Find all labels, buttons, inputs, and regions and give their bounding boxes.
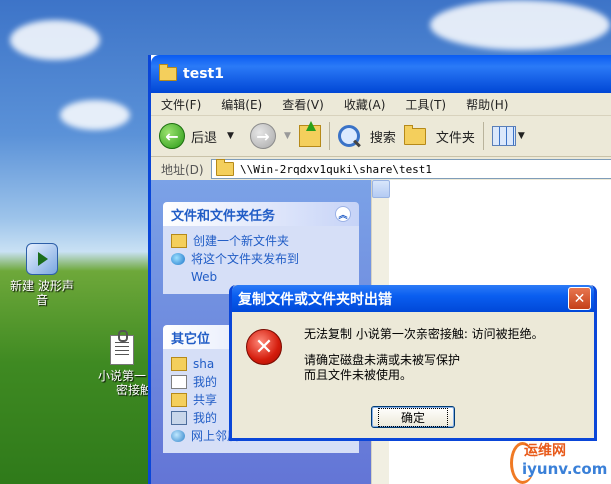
panel-title: 文件和文件夹任务: [171, 208, 276, 224]
desktop-icon-label: 音: [35, 293, 48, 307]
search-icon: [337, 125, 360, 147]
menu-view[interactable]: 查看(V): [272, 96, 334, 113]
ok-label: 确定: [377, 407, 448, 427]
toolbar-separator: [482, 122, 484, 150]
views-button[interactable]: ▼: [491, 126, 525, 146]
cloud: [10, 20, 100, 60]
watermark-url: iyunv.com: [522, 460, 608, 478]
documents-icon: [171, 375, 187, 389]
menu-favorites[interactable]: 收藏(A): [334, 96, 396, 113]
globe-icon: [171, 253, 185, 265]
error-detail-line1: 请确定磁盘未满或未被写保护: [304, 353, 461, 367]
search-label: 搜索: [369, 130, 396, 146]
address-input[interactable]: \\Win-2rqdxv1quki\share\test1: [211, 159, 611, 179]
address-bar: 地址(D) \\Win-2rqdxv1quki\share\test1: [151, 157, 611, 182]
task-publish-web-cont[interactable]: Web: [171, 268, 351, 286]
new-folder-icon: [171, 234, 187, 248]
desktop-icon-label: 密接触: [115, 383, 152, 397]
place-label: 我的: [193, 375, 218, 389]
menu-bar: 文件(F) 编辑(E) 查看(V) 收藏(A) 工具(T) 帮助(H): [151, 93, 611, 116]
file-folder-tasks-panel: 文件和文件夹任务 ︽ 创建一个新文件夹 将这个文件夹发布到 Web: [163, 202, 359, 294]
dropdown-arrow-icon: ▼: [517, 131, 525, 141]
task-label: Web: [191, 270, 218, 284]
address-value: \\Win-2rqdxv1quki\share\test1: [240, 162, 433, 176]
menu-help[interactable]: 帮助(H): [456, 96, 518, 113]
watermark-brand: 运维网: [524, 443, 566, 459]
menu-tools[interactable]: 工具(T): [395, 96, 456, 113]
forward-button[interactable]: → ▼: [242, 123, 291, 149]
place-label: 共享: [193, 393, 218, 407]
folder-icon: [171, 357, 187, 371]
forward-arrow-icon: →: [249, 123, 276, 149]
desktop-icon-label: 小说第一: [97, 369, 146, 383]
cloud: [60, 100, 130, 130]
task-new-folder[interactable]: 创建一个新文件夹: [171, 232, 351, 250]
ok-button[interactable]: 确定: [371, 406, 455, 428]
desktop-icon-label: 新建 波形声: [10, 279, 74, 293]
dialog-title: 复制文件或文件夹时出错: [238, 291, 392, 308]
error-message: 无法复制 小说第一次亲密接触: 访问被拒绝。: [304, 327, 544, 341]
task-label: 创建一个新文件夹: [193, 234, 290, 248]
menu-file[interactable]: 文件(F): [151, 96, 211, 113]
address-label: 地址(D): [161, 162, 204, 177]
dropdown-arrow-icon[interactable]: ▼: [284, 131, 291, 141]
folders-label: 文件夹: [435, 130, 475, 146]
watermark: 运维网 iyunv.com: [500, 438, 608, 484]
folders-button[interactable]: 文件夹: [403, 124, 475, 146]
media-file-icon: [26, 243, 58, 275]
task-publish-web[interactable]: 将这个文件夹发布到: [171, 250, 351, 268]
text-document-icon: [110, 330, 134, 365]
shared-folder-icon: [171, 393, 187, 407]
window-titlebar[interactable]: test1: [151, 55, 611, 93]
back-button[interactable]: ← 后退 ▼: [159, 123, 234, 149]
error-dialog: 复制文件或文件夹时出错 ✕ ✕ 无法复制 小说第一次亲密接触: 访问被拒绝。 请…: [229, 285, 597, 441]
desktop-icon-novel[interactable]: 小说第一 密接触: [92, 330, 152, 397]
window-title: test1: [183, 66, 224, 82]
error-icon: ✕: [246, 329, 282, 365]
close-icon: ✕: [573, 290, 586, 307]
collapse-icon[interactable]: ︽: [335, 206, 351, 222]
place-label: sha: [193, 357, 215, 371]
panel-body: 创建一个新文件夹 将这个文件夹发布到 Web: [163, 226, 359, 294]
cloud: [430, 0, 610, 50]
computer-icon: [171, 411, 187, 425]
toolbar-separator: [328, 122, 330, 150]
error-detail-line2: 而且文件未被使用。: [304, 368, 413, 382]
views-icon: [491, 126, 516, 146]
toolbar: ← 后退 ▼ → ▼ 搜索 文件夹 ▼: [151, 116, 611, 157]
dropdown-arrow-icon[interactable]: ▼: [227, 131, 234, 141]
menu-edit[interactable]: 编辑(E): [211, 96, 272, 113]
close-button[interactable]: ✕: [568, 287, 591, 310]
back-arrow-icon: ←: [159, 123, 185, 149]
folder-up-icon: [298, 121, 321, 147]
back-label: 后退: [191, 130, 218, 146]
up-button[interactable]: [298, 121, 321, 147]
panel-title: 其它位: [171, 331, 211, 347]
network-icon: [171, 430, 185, 442]
folder-icon: [159, 64, 177, 81]
error-glyph: ✕: [254, 334, 274, 360]
desktop-icon-wave-sound[interactable]: 新建 波形声 音: [0, 243, 84, 307]
search-button[interactable]: 搜索: [337, 125, 396, 147]
place-label: 我的: [193, 411, 218, 425]
panel-header[interactable]: 文件和文件夹任务 ︽: [163, 202, 359, 226]
folder-icon: [216, 159, 234, 176]
scroll-up-button[interactable]: [372, 180, 390, 198]
folders-icon: [403, 124, 426, 145]
dialog-titlebar[interactable]: 复制文件或文件夹时出错 ✕: [232, 285, 594, 312]
task-label: 将这个文件夹发布到: [191, 252, 300, 266]
